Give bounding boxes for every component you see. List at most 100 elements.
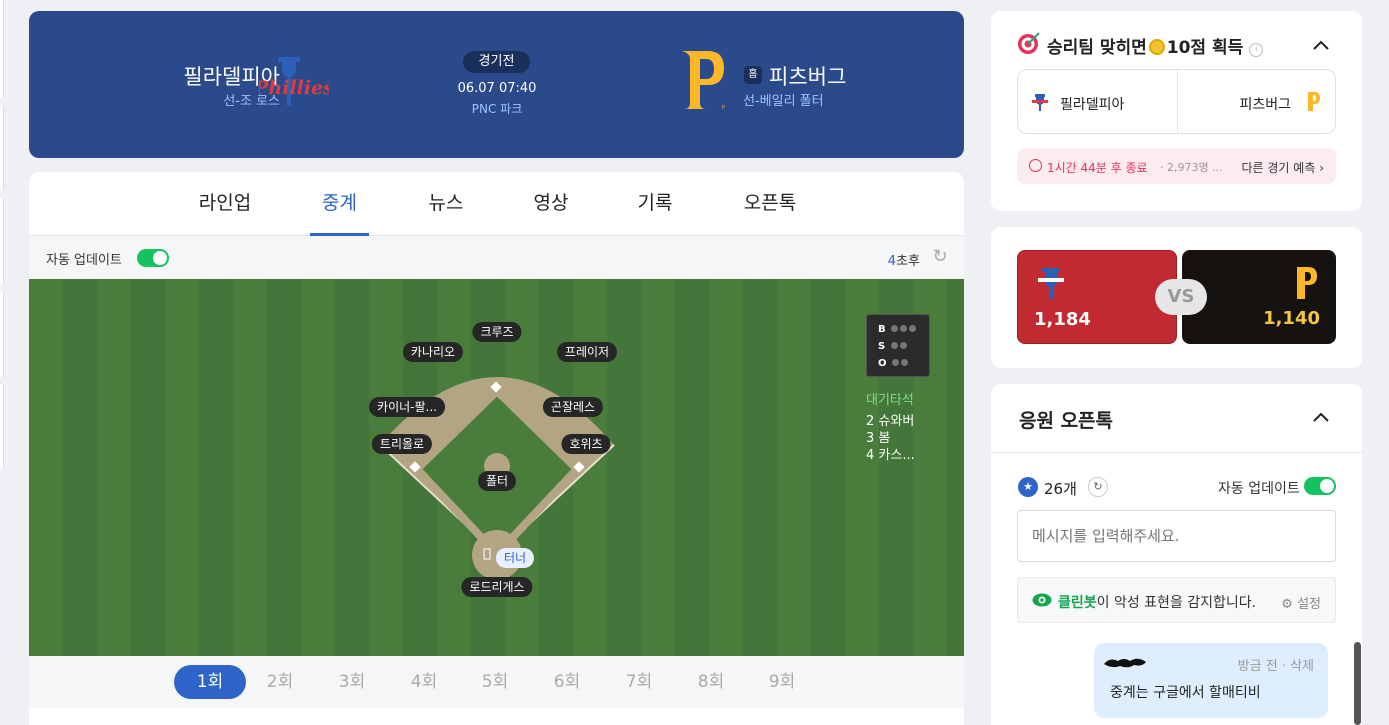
fielder-first-base[interactable]: 호위츠 [561,434,611,454]
info-icon[interactable]: i [1249,43,1264,57]
chevron-up-icon[interactable] [1312,36,1330,54]
inning-tab[interactable]: 4회 [389,665,459,699]
left-strip-segment[interactable] [0,384,4,468]
inning-tab[interactable]: 3회 [317,665,387,699]
left-strip [0,0,4,725]
auto-update-bar: 자동 업데이트 4초후 ↻ [29,236,964,279]
fielder-catcher[interactable]: 로드리게스 [461,577,533,597]
home-team-name[interactable]: 피츠버그 [769,61,846,91]
chat-refresh-icon[interactable]: ↻ [1088,477,1108,497]
chat-message-meta[interactable]: 방금 전 · 삭제 [1238,655,1314,674]
left-strip-segment[interactable] [0,291,4,377]
inning-tab[interactable]: 6회 [532,665,602,699]
pirates-logo-icon[interactable]: P [678,49,728,111]
game-content-card: 라인업 중계 뉴스 영상 기록 오픈톡 자동 업데이트 4초후 ↻ 카나리오 크… [29,172,964,725]
balls-row: B [878,324,917,335]
tab-records[interactable]: 기록 [626,172,684,236]
cleanbot-notice: 클린봇이 악성 표현을 감지합니다. ⚙ 설정 [1017,577,1336,623]
inning-tab[interactable]: 8회 [676,665,746,699]
prediction-card: 승리팀 맞히면 10점 획득 i 필라델피아 피츠버그 1시간 44분 후 종료 ·… [991,11,1362,211]
fielder-third-base[interactable]: 트리올로 [371,434,433,454]
prediction-title: 승리팀 맞히면 10점 획득 i [1047,33,1264,58]
away-vote-count: 1,184 [1034,309,1091,330]
pick-away-team[interactable]: 필라델피아 [1060,94,1124,114]
vs-badge: VS [1155,279,1207,315]
cleanbot-settings-button[interactable]: ⚙ 설정 [1281,593,1321,612]
refresh-icon[interactable]: ↻ [930,247,950,267]
game-tabs: 라인업 중계 뉴스 영상 기록 오픈톡 [29,172,964,236]
chat-auto-update-toggle[interactable] [1304,477,1336,495]
coin-icon [1148,39,1165,55]
fielder-left-field[interactable]: 카나리오 [402,342,464,362]
phillies-wordmark: Phillies [259,77,329,99]
tab-live[interactable]: 중계 [310,172,369,236]
inning-tab[interactable]: 1회 [174,665,246,699]
deadline-time: 1시간 44분 후 종료 [1047,161,1148,175]
other-game-prediction-link[interactable]: 다른 경기 예측 › [1242,159,1325,176]
on-deck-batter[interactable]: 4 카스... [866,444,915,463]
inning-tab[interactable]: 9회 [747,665,817,699]
on-deck-title: 대기타석 [866,393,914,408]
strikes-row: S [878,341,907,352]
left-strip-segment[interactable] [0,105,4,191]
inning-tab[interactable]: 2회 [245,665,315,699]
baseball-field: 카나리오 크루즈 프레이저 카이너-팔... 곤잘레스 트리올로 호위츠 폴터 … [29,279,964,656]
chat-auto-update-label: 자동 업데이트 [1218,481,1300,497]
inning-selector: 1회 2회 3회 4회 5회 6회 7회 8회 9회 [29,656,964,708]
outs-row: O [878,358,908,369]
star-icon: ★ [1018,477,1038,497]
fielder-pitcher[interactable]: 폴터 [477,471,517,491]
chevron-up-icon[interactable] [1312,408,1330,426]
auto-update-label: 자동 업데이트 [46,253,122,268]
phillies-logo-icon: Phillies [259,57,329,106]
home-badge: 홈 [744,66,762,84]
fielder-center-field[interactable]: 크루즈 [472,322,522,342]
phillies-bell-icon [1038,268,1064,299]
team-pick-box: 필라델피아 피츠버그 [1017,69,1336,134]
inning-tab[interactable]: 7회 [604,665,674,699]
inning-tab[interactable]: 5회 [460,665,530,699]
chat-divider [991,452,1362,453]
chat-title: 응원 오픈톡 [1019,410,1114,432]
chat-message-input[interactable] [1017,510,1336,562]
chat-participant-count: 26개 [1044,480,1077,498]
home-vote-count: 1,140 [1263,308,1320,329]
tab-video[interactable]: 영상 [522,172,580,236]
match-header: 필라델피아 선-조 로스 Phillies 경기전 06.07 07:40 PN… [29,11,964,158]
pick-home-team[interactable]: 피츠버그 [1239,94,1291,114]
chat-message: 방금 전 · 삭제 중계는 구글에서 할매티비 [1094,643,1328,718]
pirates-wordmark: P [722,105,725,111]
cleanbot-message: 클린봇이 악성 표현을 감지합니다. [1058,595,1257,611]
left-strip-segment[interactable] [0,198,4,284]
cheer-chat-card: 응원 오픈톡 ★ 26개 ↻ 자동 업데이트 클린봇이 악성 표현을 감지합니다… [991,384,1362,725]
cleanbot-eye-icon [1032,593,1052,607]
tab-lineup[interactable]: 라인업 [189,172,261,236]
stadium-name: PNC 파크 [471,102,523,116]
home-starting-pitcher[interactable]: 선-베일리 폴터 [743,90,824,109]
chat-message-text: 중계는 구글에서 할매티비 [1110,685,1261,701]
bso-count-board: B S O [866,314,930,377]
tab-news[interactable]: 뉴스 [417,172,475,236]
clock-icon [1029,159,1042,172]
redacted-nickname [1104,658,1146,668]
fielder-right-field[interactable]: 프레이저 [556,342,618,362]
prediction-deadline: 1시간 44분 후 종료 · 2,973명 ... 다른 경기 예측 › [1017,148,1336,184]
away-vote-button[interactable]: 1,184 [1017,250,1177,344]
target-icon [1018,32,1040,54]
game-datetime: 06.07 07:40 [457,81,537,96]
fielder-shortstop[interactable]: 카이너-팔... [369,397,445,417]
participant-count: · 2,973명 ... [1160,161,1223,174]
refresh-countdown: 4초후 [887,254,920,269]
phillies-small-logo-icon [1032,94,1048,111]
auto-update-toggle[interactable] [137,249,169,267]
tab-opentalk[interactable]: 오픈톡 [732,172,808,236]
left-strip-segment[interactable] [0,0,4,98]
chat-scrollbar[interactable] [1354,642,1361,725]
support-vote-card: 1,184 1,140 VS [991,227,1362,368]
game-status-badge: 경기전 [463,51,530,73]
fielder-second-base[interactable]: 곤잘레스 [542,397,604,417]
pick-divider [1177,70,1178,133]
pirates-p-icon [1297,267,1317,299]
current-batter[interactable]: 터너 [495,548,535,568]
pirates-small-logo-icon [1308,92,1320,111]
